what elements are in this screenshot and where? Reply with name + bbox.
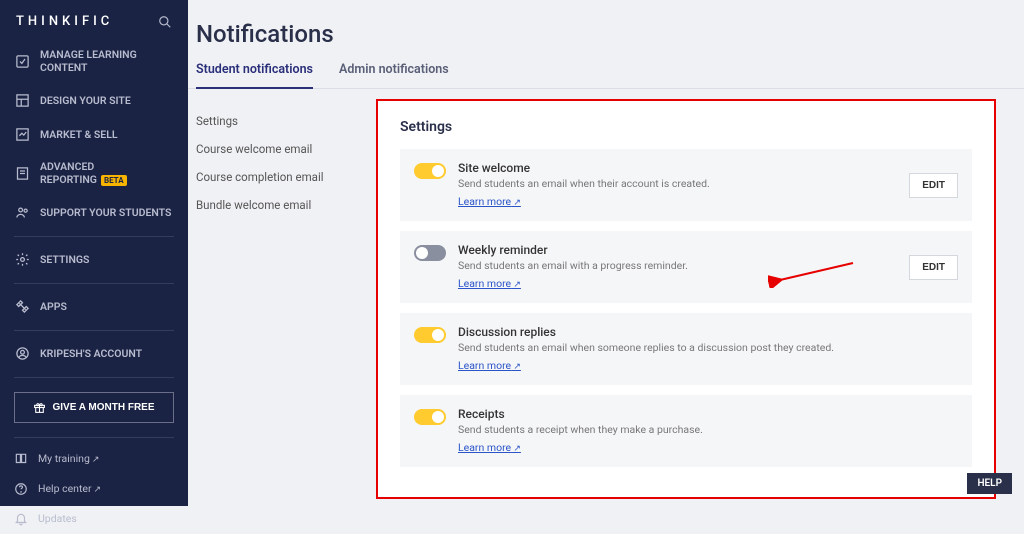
help-badge[interactable]: HELP [967,473,1012,494]
setting-title: Weekly reminder [458,243,897,257]
settings-panel: Settings Site welcome Send students an e… [376,99,996,499]
sidebar-item-design-site[interactable]: DESIGN YOUR SITE [0,83,188,117]
footer-link-label: Updates [38,512,77,525]
sidebar-item-label: DESIGN YOUR SITE [40,94,131,107]
footer-link-label: My training↗ [38,452,99,465]
sidebar-item-market-sell[interactable]: MARKET & SELL [0,117,188,151]
gear-icon [14,252,30,268]
sidebar-item-label: SUPPORT YOUR STUDENTS [40,206,171,219]
toggle-site-welcome[interactable] [414,163,446,179]
edit-button[interactable]: EDIT [909,255,958,280]
sidebar-item-manage-content[interactable]: MANAGE LEARNING CONTENT [0,39,188,83]
setting-title: Discussion replies [458,325,958,339]
help-icon [14,482,28,496]
toggle-discussion-replies[interactable] [414,327,446,343]
toggle-weekly-reminder[interactable] [414,245,446,261]
chart-icon [14,126,30,142]
setting-row-site-welcome: Site welcome Send students an email when… [400,149,972,221]
tabs: Student notifications Admin notification… [188,62,1024,89]
footer-link-label: Help center↗ [38,482,101,495]
setting-desc: Send students a receipt when they make a… [458,423,958,436]
main-content: Notifications Student notifications Admi… [188,0,1024,506]
edit-icon [14,53,30,69]
gift-icon [33,401,46,414]
layout-icon [14,92,30,108]
bell-icon [14,512,28,526]
page-title: Notifications [188,20,1024,62]
subnav-course-completion[interactable]: Course completion email [196,163,368,191]
sidebar-item-label: KRIPESH'S ACCOUNT [40,347,142,360]
user-circle-icon [14,346,30,362]
users-icon [14,205,30,221]
settings-panel-title: Settings [400,119,972,135]
external-link-icon: ↗ [94,485,102,495]
sidebar: THINKIFIC MANAGE LEARNING CONTENT DESIGN… [0,0,188,506]
sidebar-item-settings[interactable]: SETTINGS [0,243,188,277]
footer-link-training[interactable]: My training↗ [0,444,188,474]
search-icon[interactable] [158,15,172,29]
divider [14,330,174,331]
sidebar-item-label: ADVANCED REPORTINGBETA [40,160,174,186]
divider [14,236,174,237]
setting-desc: Send students an email with a progress r… [458,259,897,272]
subnav-course-welcome[interactable]: Course welcome email [196,135,368,163]
setting-desc: Send students an email when their accoun… [458,177,897,190]
edit-button[interactable]: EDIT [909,173,958,198]
sidebar-item-account[interactable]: KRIPESH'S ACCOUNT [0,337,188,371]
sidebar-item-apps[interactable]: APPS [0,290,188,324]
sidebar-item-label: SETTINGS [40,253,89,266]
report-icon [14,165,30,181]
learn-more-link[interactable]: Learn more [458,195,521,208]
sidebar-item-label: MARKET & SELL [40,128,118,141]
sidebar-item-label: APPS [40,300,67,313]
learn-more-link[interactable]: Learn more [458,277,521,290]
divider [14,437,174,438]
plug-icon [14,299,30,315]
sidebar-item-label: MANAGE LEARNING CONTENT [40,48,174,74]
footer-link-updates[interactable]: Updates [0,504,188,534]
setting-title: Site welcome [458,161,897,175]
learn-more-link[interactable]: Learn more [458,359,521,372]
setting-row-receipts: Receipts Send students a receipt when th… [400,395,972,467]
section-subnav: Settings Course welcome email Course com… [188,89,376,506]
sidebar-item-support-students[interactable]: SUPPORT YOUR STUDENTS [0,196,188,230]
sidebar-item-advanced-reporting[interactable]: ADVANCED REPORTINGBETA [0,151,188,195]
external-link-icon: ↗ [92,455,100,465]
divider [14,283,174,284]
setting-row-weekly-reminder: Weekly reminder Send students an email w… [400,231,972,303]
content-scroll: Settings Site welcome Send students an e… [376,89,1024,506]
toggle-receipts[interactable] [414,409,446,425]
beta-badge: BETA [101,175,127,186]
book-icon [14,452,28,466]
subnav-bundle-welcome[interactable]: Bundle welcome email [196,191,368,219]
divider [14,377,174,378]
tab-admin-notifications[interactable]: Admin notifications [339,62,449,88]
learn-more-link[interactable]: Learn more [458,441,521,454]
tab-student-notifications[interactable]: Student notifications [196,62,313,89]
setting-desc: Send students an email when someone repl… [458,341,958,354]
subnav-settings[interactable]: Settings [196,107,368,135]
setting-title: Receipts [458,407,958,421]
footer-link-help[interactable]: Help center↗ [0,474,188,504]
gift-button-label: GIVE A MONTH FREE [52,402,154,413]
give-month-free-button[interactable]: GIVE A MONTH FREE [14,392,174,423]
brand-logo: THINKIFIC [16,14,113,29]
setting-row-discussion-replies: Discussion replies Send students an emai… [400,313,972,385]
